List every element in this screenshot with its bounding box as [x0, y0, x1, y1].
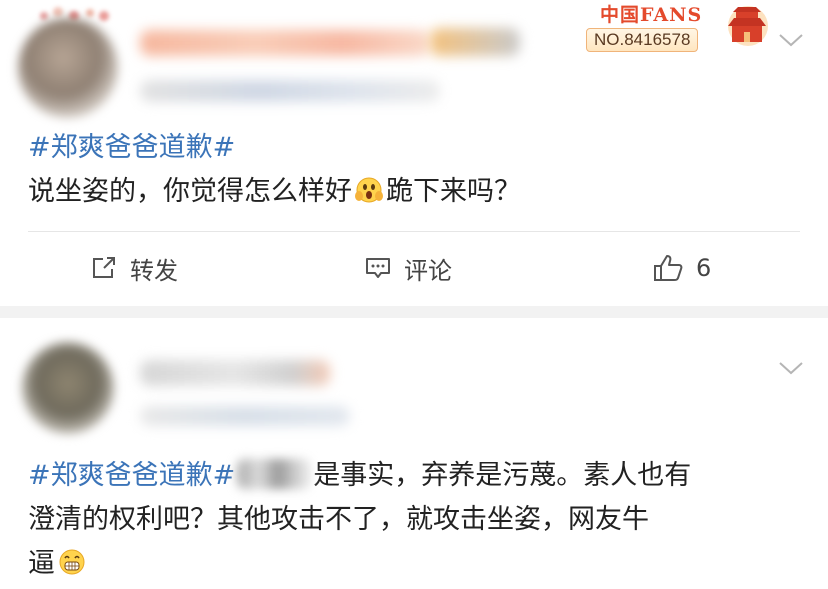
post-meta-redacted [140, 406, 350, 426]
username-redacted[interactable] [140, 360, 330, 386]
post-meta-redacted [140, 80, 440, 102]
redacted-text [237, 459, 312, 489]
post-hashtag[interactable]: #郑爽爸爸道歉# [28, 460, 235, 491]
post-body: 说坐姿的，你觉得怎么样好 跪下来吗？ [28, 176, 521, 207]
chevron-down-icon[interactable] [778, 360, 804, 376]
fans-badge-number: NO.8416578 [586, 28, 699, 52]
fans-badge-title: 中国FANS [600, 4, 703, 26]
gate-tower-icon [728, 6, 768, 46]
post-hashtag[interactable]: #郑爽爸爸道歉# [28, 128, 235, 168]
post-body-line-2: 澄清的权利吧？其他攻击不了，就攻击坐姿，网友牛 [28, 504, 649, 535]
username-redacted[interactable] [140, 30, 430, 56]
like-button[interactable]: 6 [652, 248, 711, 288]
comment-button[interactable]: 评论 [364, 248, 452, 288]
post-body-line-3: 逼 [28, 544, 89, 584]
like-count: 6 [696, 254, 712, 282]
comment-icon [366, 258, 390, 278]
repost-button[interactable]: 转发 [90, 248, 178, 288]
post-card [0, 318, 828, 589]
thumbs-up-icon [654, 255, 683, 281]
post-body-line-1: #郑爽爸爸道歉# 是事实，弃养是污蔑。素人也有 [28, 459, 692, 491]
grinning-face-emoji-icon [59, 549, 85, 575]
fans-badge[interactable]: 中国FANS NO.8416578 [578, 0, 774, 58]
username-redacted-extra [430, 28, 520, 56]
comment-label: 评论 [404, 256, 452, 285]
divider [28, 231, 800, 232]
share-icon [93, 257, 115, 278]
post-card: 中国FANS NO.8416578 #郑爽爸爸道歉# 说坐姿的，你觉得怎么样好 … [0, 0, 828, 306]
avatar[interactable] [18, 18, 118, 118]
repost-label: 转发 [130, 256, 178, 285]
chevron-down-icon[interactable] [778, 32, 804, 48]
avatar[interactable] [22, 342, 114, 434]
shocked-face-emoji-icon [355, 177, 383, 203]
